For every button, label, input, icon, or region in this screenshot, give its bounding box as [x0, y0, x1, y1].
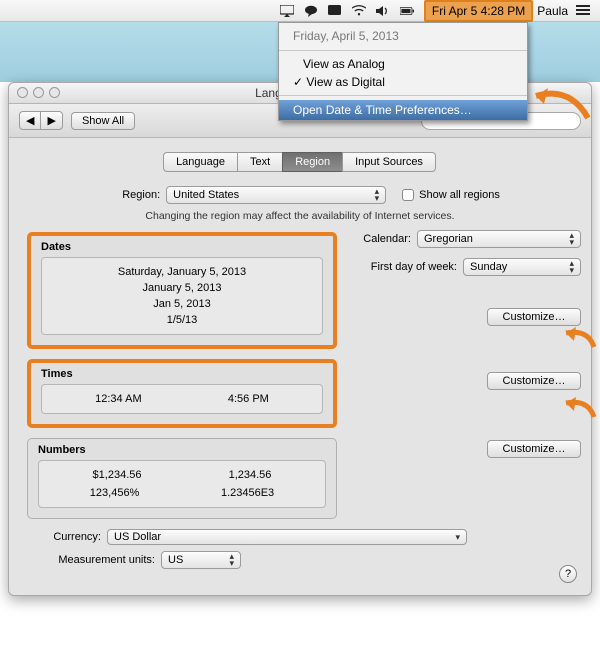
times-customize-button[interactable]: Customize…	[487, 372, 581, 390]
menu-bar-status-items	[280, 4, 414, 18]
currency-label: Currency:	[27, 531, 101, 543]
clock-menu: Friday, April 5, 2013 View as Analog Vie…	[278, 22, 528, 121]
help-button[interactable]: ?	[559, 565, 577, 583]
calendar-label: Calendar:	[347, 233, 411, 245]
wifi-icon[interactable]	[352, 4, 366, 18]
menu-separator	[279, 95, 527, 96]
number-example: $1,234.56	[93, 469, 142, 481]
tab-input-sources[interactable]: Input Sources	[342, 152, 436, 172]
volume-icon[interactable]	[376, 4, 390, 18]
calendar-popup[interactable]: Gregorian▴▾	[417, 230, 581, 248]
units-value: US	[168, 554, 183, 566]
window-traffic-lights[interactable]	[17, 87, 60, 98]
menu-view-digital[interactable]: View as Digital	[279, 73, 527, 91]
show-all-regions-checkbox[interactable]	[402, 189, 414, 201]
show-all-button[interactable]: Show All	[71, 112, 135, 130]
numbers-group: Numbers $1,234.56 1,234.56 123,456% 1.23…	[27, 438, 337, 519]
mirroring-icon[interactable]	[280, 4, 294, 18]
date-example: January 5, 2013	[52, 282, 312, 294]
back-button[interactable]: ◀	[19, 111, 40, 130]
currency-popup[interactable]: US Dollar▾	[107, 529, 467, 545]
menu-view-analog[interactable]: View as Analog	[279, 55, 527, 73]
annotation-arrow	[530, 84, 590, 127]
menu-bar: Fri Apr 5 4:28 PM Paula	[0, 0, 600, 22]
currency-value: US Dollar	[114, 531, 161, 543]
number-example: 123,456%	[90, 487, 140, 499]
units-label: Measurement units:	[27, 554, 155, 566]
tab-text[interactable]: Text	[237, 152, 283, 172]
numbers-customize-button[interactable]: Customize…	[487, 440, 581, 458]
region-value: United States	[173, 189, 239, 201]
units-popup[interactable]: US▴▾	[161, 551, 241, 569]
numbers-title: Numbers	[28, 439, 336, 460]
calendar-value: Gregorian	[424, 233, 473, 245]
chat-icon[interactable]	[304, 4, 318, 18]
first-day-popup[interactable]: Sunday▴▾	[463, 258, 581, 276]
number-example: 1.23456E3	[221, 487, 274, 499]
date-example: Saturday, January 5, 2013	[52, 266, 312, 278]
first-day-label: First day of week:	[347, 261, 457, 273]
annotation-arrow	[562, 325, 598, 354]
battery-icon[interactable]	[400, 4, 414, 18]
time-example: 12:34 AM	[95, 393, 141, 405]
region-note: Changing the region may affect the avail…	[27, 210, 573, 222]
language-text-window: Language & Text ◀ ▶ Show All Language Te…	[8, 82, 592, 596]
dates-title: Dates	[31, 236, 333, 257]
dates-customize-button[interactable]: Customize…	[487, 308, 581, 326]
tab-language[interactable]: Language	[163, 152, 238, 172]
region-label: Region:	[100, 189, 160, 201]
menu-full-date: Friday, April 5, 2013	[279, 26, 527, 46]
menu-open-date-time-prefs[interactable]: Open Date & Time Preferences…	[279, 100, 527, 120]
date-example: 1/5/13	[52, 314, 312, 326]
time-example: 4:56 PM	[228, 393, 269, 405]
menu-separator	[279, 50, 527, 51]
number-example: 1,234.56	[229, 469, 272, 481]
dates-group: Dates Saturday, January 5, 2013 January …	[27, 232, 337, 349]
annotation-arrow	[562, 395, 598, 424]
region-popup[interactable]: United States▴▾	[166, 186, 386, 204]
notification-center-icon[interactable]	[576, 4, 590, 18]
show-all-regions-label: Show all regions	[419, 189, 500, 201]
date-example: Jan 5, 2013	[52, 298, 312, 310]
tab-bar: Language Text Region Input Sources	[27, 152, 573, 172]
first-day-value: Sunday	[470, 261, 507, 273]
tab-region[interactable]: Region	[282, 152, 343, 172]
times-title: Times	[31, 363, 333, 384]
music-icon[interactable]	[328, 4, 342, 18]
menu-bar-clock[interactable]: Fri Apr 5 4:28 PM	[424, 0, 533, 22]
forward-button[interactable]: ▶	[40, 111, 62, 130]
menu-bar-username[interactable]: Paula	[537, 4, 568, 18]
times-group: Times 12:34 AM 4:56 PM	[27, 359, 337, 428]
